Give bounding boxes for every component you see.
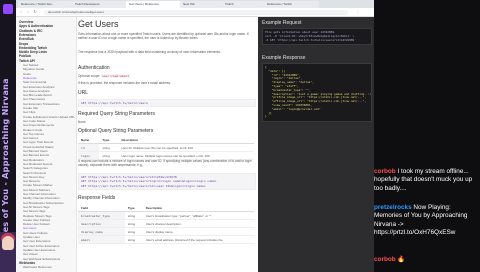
table-cell: User's display name. (142, 227, 254, 236)
reload-icon[interactable]: ↻ (33, 10, 37, 14)
address-bar-row: ‹ › ↻ dev.twitch.tv/docs/api/reference#g… (16, 8, 374, 17)
twitch-logo-icon (3, 4, 13, 14)
table-cell: string (124, 211, 143, 220)
intro-text-2: The response has a JSON payload with a d… (78, 50, 221, 54)
auth-scope: user:read:email (101, 74, 131, 78)
optional-params-heading: Optional Query String Parameters (78, 128, 154, 134)
auth-heading: Authentication (78, 65, 110, 71)
menu-icon[interactable]: ⋮ (356, 10, 360, 14)
table-cell: string (124, 235, 143, 244)
chat-message: pretzelrocks Now Playing: Memories of Yo… (374, 204, 480, 238)
table-cell: id (78, 143, 100, 152)
example-code-block: GET https://api.twitch.tv/helix/users?id… (78, 173, 256, 190)
chat-username: corbob (374, 256, 396, 263)
multi-value-note: A request can include a mixture of login… (78, 159, 252, 168)
table-row: broadcaster_type string User's broadcast… (78, 211, 254, 220)
example-request-code: This gets information about user 4432288… (262, 28, 372, 46)
table-row: id string User ID. Multiple user IDs can… (78, 143, 254, 152)
docs-content: Get Users Gets information about one or … (78, 17, 258, 272)
sidebar-item[interactable]: Webhooks Reference (23, 265, 52, 269)
table-cell: string (124, 219, 143, 228)
chat-message: corbob 🔥 (374, 256, 480, 264)
code-line: -X GET 'https://api.twitch.tv/helix/user… (265, 37, 356, 42)
stream-chat: corbob I took my stream offline... hopef… (374, 0, 480, 272)
browser-tab[interactable]: Twitch (222, 1, 265, 8)
chat-username: corbob (374, 168, 396, 175)
browser-tab-active[interactable]: Get Users | Reference (126, 1, 181, 8)
url-heading: URL (78, 90, 89, 96)
auth-label: Optional scope: (78, 74, 101, 78)
table-row: display_name string User's display name. (78, 227, 254, 236)
browser-tab-bar: Reference | Twitch Dev... Twitch Develop… (16, 0, 374, 8)
table-cell: User's email address. Returned if the re… (142, 235, 254, 244)
required-params-heading: Required Query String Parameters (78, 111, 155, 117)
response-fields-table: Field Type Description broadcaster_type … (78, 205, 254, 244)
response-fields-heading: Response Fields (78, 195, 116, 201)
chat-message: corbob I took my stream offline... hopef… (374, 168, 480, 193)
code-line: } (265, 114, 267, 119)
intro-text: Gets information about one or more speci… (78, 32, 249, 41)
table-row: email string User's email address. Retur… (78, 235, 254, 244)
code-line: GET https://api.twitch.tv/helix/users?id… (81, 183, 206, 188)
url-code-block: GET https://api.twitch.tv/helix/users (78, 99, 256, 108)
example-response-code: { "data": [{ "id": "44322889", "login": … (262, 63, 372, 123)
table-cell: string (124, 227, 143, 236)
browser-tab[interactable]: Reference | Twitch (264, 1, 319, 8)
table-cell: broadcaster_type (78, 211, 125, 220)
table-cell: User's broadcaster type: "partner", "aff… (142, 211, 254, 220)
table-cell: display_name (78, 227, 125, 236)
optional-params-table: Name Type Description id string User ID.… (78, 137, 254, 160)
url-input[interactable]: dev.twitch.tv/docs/api/reference#get-use… (44, 9, 348, 15)
browser-tab[interactable]: New Tab (180, 1, 223, 8)
chat-username: pretzelrocks (374, 204, 412, 211)
table-cell: string (99, 143, 119, 152)
docs-sidebar: Overview Apps & Authentication Chatbots & … (16, 17, 77, 272)
browser-tab[interactable]: Reference | Twitch Dev... (18, 1, 73, 8)
example-request-heading: Example Request (262, 20, 302, 26)
example-panel: Example Request This gets information ab… (258, 17, 374, 272)
table-cell: description (78, 219, 125, 228)
required-params-text: None (78, 120, 86, 124)
browser-tab[interactable]: Twitch Developers (72, 1, 127, 8)
page-title: Get Users (78, 19, 119, 29)
table-cell: email (78, 235, 125, 244)
back-icon[interactable]: ‹ (19, 10, 23, 14)
auth-text: Optional scope: user:read:email (78, 74, 131, 78)
chat-text: 🔥 (395, 256, 406, 263)
example-response-heading: Example Response (262, 55, 306, 61)
streamer-avatar (0, 232, 16, 272)
forward-icon[interactable]: › (26, 10, 30, 14)
auth-text-2: If this is provided, the response includ… (78, 81, 171, 85)
stream-overlay-strip: Memories of You - Approaching Nirvana (0, 0, 16, 272)
table-cell: User's channel description. (142, 219, 254, 228)
table-cell: User ID. Multiple user IDs can be specif… (118, 143, 254, 152)
browser-window: Reference | Twitch Dev... Twitch Develop… (16, 0, 374, 272)
table-row: description string User's channel descri… (78, 219, 254, 228)
avatar-face (2, 236, 14, 250)
